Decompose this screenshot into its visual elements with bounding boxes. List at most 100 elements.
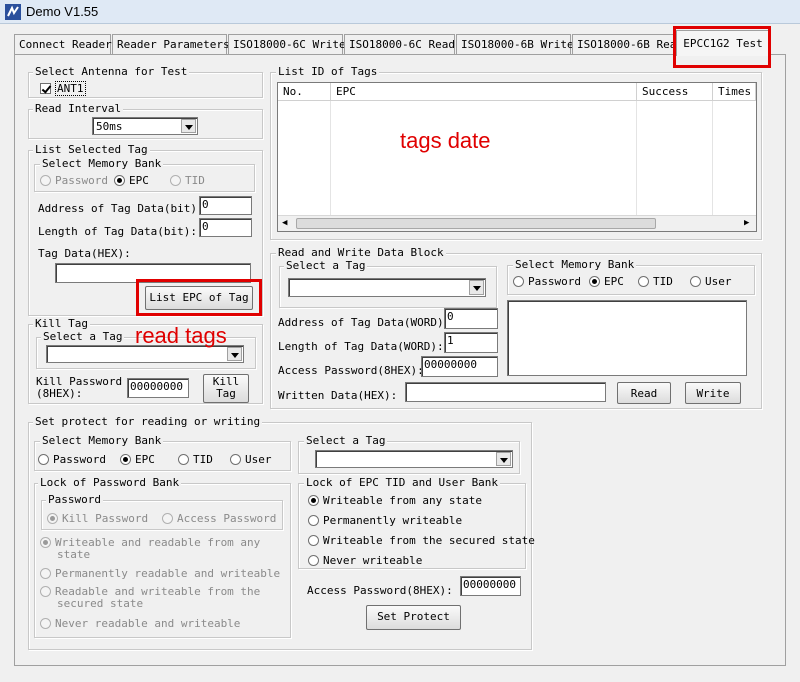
- scroll-left-icon[interactable]: ◀: [282, 218, 287, 228]
- radio-icon: [40, 568, 51, 579]
- list-opt-epc[interactable]: EPC: [114, 174, 149, 187]
- rw-address-input[interactable]: 0: [444, 308, 498, 329]
- tab-highlight-box: [673, 26, 771, 68]
- rw-select-tag-label: Select a Tag: [284, 259, 368, 272]
- protect-opt-epc[interactable]: EPC: [120, 453, 155, 466]
- protect-select-tag-label: Select a Tag: [304, 434, 388, 447]
- radio-icon: [40, 175, 51, 186]
- rw-opt-tid[interactable]: TID: [638, 275, 673, 288]
- radio-icon: [40, 586, 51, 597]
- radio-icon: [308, 555, 319, 566]
- lock-password-label: Lock of Password Bank: [38, 476, 182, 489]
- column-header-times[interactable]: Times: [713, 83, 756, 101]
- tab-iso6c-write[interactable]: ISO18000-6C Write: [228, 34, 346, 54]
- radio-selected-icon: [308, 495, 319, 506]
- rw-opt-user[interactable]: User: [690, 275, 732, 288]
- lock-epc-label: Lock of EPC TID and User Bank: [304, 476, 501, 489]
- list-tagdata-label: Tag Data(HEX):: [38, 247, 131, 260]
- window-title: Demo V1.55: [26, 4, 99, 19]
- checkbox-check-icon: [40, 83, 51, 94]
- opt-writeable-any[interactable]: Writeable from any state: [308, 494, 482, 507]
- protect-opt-user[interactable]: User: [230, 453, 272, 466]
- rw-access-input[interactable]: 00000000: [421, 356, 498, 377]
- write-button[interactable]: Write: [685, 382, 741, 404]
- list-length-label: Length of Tag Data(bit):: [38, 225, 197, 238]
- rw-block-label: Read and Write Data Block: [276, 246, 446, 259]
- list-id-label: List ID of Tags: [276, 65, 380, 78]
- tab-iso6c-read[interactable]: ISO18000-6C Read: [344, 34, 455, 54]
- ant1-label: ANT1: [55, 81, 86, 96]
- opt-readable-writeable-secured[interactable]: Readable and writeable from the secured …: [40, 586, 260, 610]
- kill-password-input[interactable]: 00000000: [127, 378, 189, 398]
- list-address-input[interactable]: 0: [199, 196, 252, 215]
- radio-selected-icon: [589, 276, 600, 287]
- read-interval-value: 50ms: [96, 120, 123, 133]
- protect-group-label: Set protect for reading or writing: [33, 415, 263, 428]
- kill-group-label: Kill Tag: [33, 317, 90, 330]
- horizontal-scrollbar[interactable]: ◀ ▶: [278, 215, 756, 231]
- rw-tag-select[interactable]: [288, 278, 486, 297]
- radio-icon: [638, 276, 649, 287]
- tab-iso6b-write[interactable]: ISO18000-6B Write: [456, 34, 574, 54]
- read-button[interactable]: Read: [617, 382, 671, 404]
- rw-written-label: Written Data(HEX):: [278, 389, 398, 402]
- protect-opt-password[interactable]: Password: [38, 453, 106, 466]
- radio-icon: [162, 513, 173, 524]
- opt-writeable-readable-any[interactable]: Writeable and readable from any state: [40, 537, 260, 561]
- read-interval-select[interactable]: 50ms: [92, 117, 198, 135]
- protect-access-input[interactable]: 00000000: [460, 576, 521, 596]
- set-protect-button[interactable]: Set Protect: [366, 605, 461, 630]
- list-opt-password[interactable]: Password: [40, 174, 108, 187]
- tab-connect-reader[interactable]: Connect Reader: [14, 34, 112, 54]
- opt-permanently-writeable[interactable]: Permanently writeable: [308, 514, 462, 527]
- column-divider: [636, 101, 637, 215]
- opt-access-password[interactable]: Access Password: [162, 512, 276, 525]
- rw-written-input[interactable]: [405, 382, 606, 402]
- chevron-down-icon[interactable]: [181, 119, 196, 133]
- tab-iso6b-read[interactable]: ISO18000-6B Read: [572, 34, 675, 54]
- ant1-checkbox[interactable]: ANT1: [40, 81, 86, 96]
- opt-writeable-secured[interactable]: Writeable from the secured state: [308, 534, 535, 547]
- list-opt-tid[interactable]: TID: [170, 174, 205, 187]
- kill-tag-button[interactable]: Kill Tag: [203, 374, 249, 403]
- column-header-no[interactable]: No.: [278, 83, 331, 101]
- radio-icon: [690, 276, 701, 287]
- rw-length-input[interactable]: 1: [444, 332, 498, 353]
- kill-password-label: Kill Password (8HEX):: [36, 375, 123, 400]
- protect-opt-tid[interactable]: TID: [178, 453, 213, 466]
- column-header-epc[interactable]: EPC: [331, 83, 637, 101]
- column-divider: [330, 101, 331, 215]
- chevron-down-icon[interactable]: [227, 347, 242, 361]
- tab-reader-parameters[interactable]: Reader Parameters: [112, 34, 230, 54]
- radio-selected-icon: [120, 454, 131, 465]
- rw-length-label: Length of Tag Data(WORD):: [278, 340, 444, 353]
- tags-list-view[interactable]: No. EPC Success Times ◀ ▶: [277, 82, 757, 232]
- rw-read-output[interactable]: [507, 300, 747, 376]
- opt-permanently-readable-writeable[interactable]: Permanently readable and writeable: [40, 567, 280, 580]
- list-selected-label: List Selected Tag: [33, 143, 150, 156]
- protect-tag-select[interactable]: [315, 450, 513, 468]
- rw-access-label: Access Password(8HEX):: [278, 364, 424, 377]
- rw-opt-password[interactable]: Password: [513, 275, 581, 288]
- list-membank-label: Select Memory Bank: [40, 157, 164, 170]
- radio-icon: [40, 618, 51, 629]
- list-address-label: Address of Tag Data(bit):: [38, 202, 204, 215]
- radio-selected-icon: [114, 175, 125, 186]
- list-length-input[interactable]: 0: [199, 218, 252, 237]
- radio-icon: [170, 175, 181, 186]
- scrollbar-thumb[interactable]: [296, 218, 656, 229]
- radio-selected-icon: [47, 513, 58, 524]
- rw-address-label: Address of Tag Data(WORD):: [278, 316, 451, 329]
- radio-selected-icon: [40, 537, 51, 548]
- chevron-down-icon[interactable]: [469, 280, 484, 295]
- password-sub-label: Password: [46, 493, 103, 506]
- opt-never-readable-writeable[interactable]: Never readable and writeable: [40, 617, 240, 630]
- rw-opt-epc[interactable]: EPC: [589, 275, 624, 288]
- chevron-down-icon[interactable]: [496, 452, 511, 466]
- opt-never-writeable[interactable]: Never writeable: [308, 554, 422, 567]
- column-header-success[interactable]: Success: [637, 83, 713, 101]
- kill-select-label: Select a Tag: [41, 330, 125, 343]
- scroll-right-icon[interactable]: ▶: [744, 218, 749, 228]
- radio-icon: [178, 454, 189, 465]
- opt-kill-password[interactable]: Kill Password: [47, 512, 148, 525]
